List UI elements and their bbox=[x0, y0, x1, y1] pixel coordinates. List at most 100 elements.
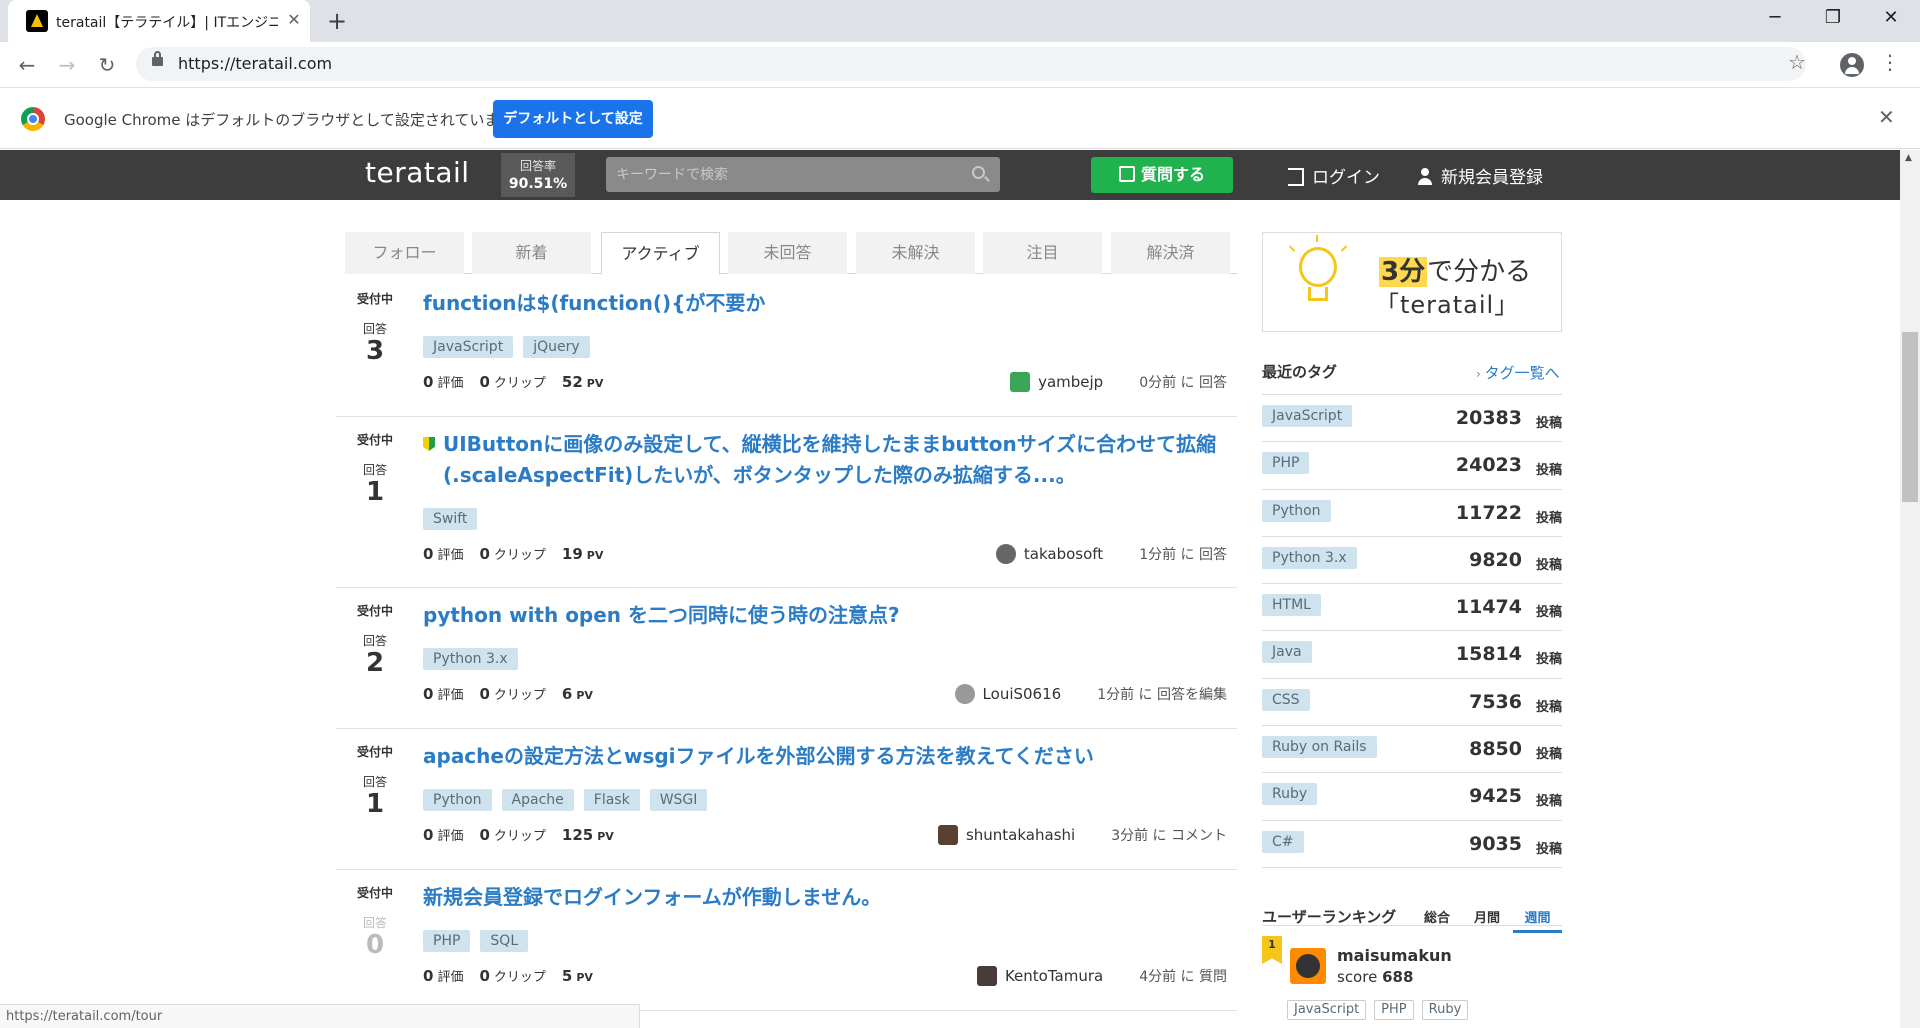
back-arrow-icon[interactable]: ← bbox=[12, 50, 42, 80]
question-title[interactable]: apacheの設定方法とwsgiファイルを外部公開する方法を教えてください bbox=[423, 741, 1223, 772]
tab-title: teratail【テラテイル】| ITエンジニア特 bbox=[56, 15, 278, 31]
question-tabs: フォロー 新着 アクティブ 未回答 未解決 注目 解決済 bbox=[345, 232, 1237, 275]
tag[interactable]: JavaScript bbox=[1262, 405, 1353, 427]
teratail-logo[interactable]: teratail bbox=[365, 156, 470, 189]
rating-count: 0 bbox=[423, 685, 434, 703]
pv-count: 6 bbox=[561, 685, 573, 703]
author-name[interactable]: takabosoft bbox=[1024, 545, 1103, 563]
tag-unit: 投稿 bbox=[1535, 747, 1562, 763]
tag-row: PHP 24023 投稿 bbox=[1262, 442, 1562, 490]
activity-time: 0分前 に 回答 bbox=[1139, 375, 1227, 391]
restore-icon[interactable]: ❐ bbox=[1804, 0, 1862, 36]
minimize-icon[interactable]: ─ bbox=[1746, 0, 1804, 36]
avatar[interactable] bbox=[976, 966, 997, 986]
tab-close-icon[interactable]: ✕ bbox=[284, 10, 304, 30]
search-icon[interactable] bbox=[972, 166, 985, 179]
tab-unanswered[interactable]: 未回答 bbox=[728, 232, 847, 274]
window-close-icon[interactable]: ✕ bbox=[1862, 0, 1920, 36]
question-title[interactable]: functionは$(function(){が不要か bbox=[423, 288, 1223, 319]
question-title[interactable]: python with open を二つ同時に使う時の注意点? bbox=[423, 600, 1223, 631]
tag[interactable]: Swift bbox=[423, 508, 478, 530]
tag[interactable]: Python bbox=[1262, 499, 1331, 522]
tag[interactable]: CSS bbox=[1262, 688, 1310, 711]
tag[interactable]: Python 3.x bbox=[423, 648, 518, 670]
tag[interactable]: C# bbox=[1262, 830, 1304, 853]
author-name[interactable]: LouiS0616 bbox=[983, 685, 1062, 703]
question-author: yambejp 0分前 に 回答 bbox=[1010, 372, 1227, 392]
rating-label: 評価 bbox=[437, 970, 464, 985]
ranking-tab-overall[interactable]: 総合 bbox=[1424, 907, 1450, 926]
tag-row: JavaScript 20383 投稿 bbox=[1262, 395, 1562, 443]
ranking-user-name[interactable]: maisumakun bbox=[1337, 946, 1452, 965]
author-name[interactable]: shuntakahashi bbox=[966, 826, 1075, 844]
tag-unit: 投稿 bbox=[1535, 841, 1562, 857]
tag[interactable]: JavaScript bbox=[423, 336, 514, 358]
pv-count: 52 bbox=[561, 373, 583, 391]
scroll-up-icon[interactable]: ▲ bbox=[1905, 153, 1912, 163]
ask-question-button[interactable]: 質問する bbox=[1091, 157, 1233, 193]
avatar[interactable] bbox=[954, 684, 975, 704]
tab-active[interactable]: アクティブ bbox=[601, 232, 720, 275]
question-title[interactable]: UIButtonに画像のみ設定して、縦横比を維持したままbuttonサイズに合わ… bbox=[443, 429, 1223, 491]
browser-tab[interactable]: teratail【テラテイル】| ITエンジニア特 ✕ bbox=[8, 0, 310, 42]
ranking-tab-weekly[interactable]: 週間 bbox=[1513, 907, 1562, 933]
tag-row: Ruby on Rails 8850 投稿 bbox=[1262, 726, 1562, 774]
tag[interactable]: jQuery bbox=[523, 336, 590, 358]
search-input[interactable] bbox=[606, 157, 966, 192]
tag[interactable]: JavaScript bbox=[1287, 1000, 1367, 1020]
author-name[interactable]: KentoTamura bbox=[1005, 967, 1103, 985]
tab-featured[interactable]: 注目 bbox=[983, 232, 1102, 274]
bookmark-star-icon[interactable]: ☆ bbox=[1788, 50, 1806, 74]
scrollbar-thumb[interactable] bbox=[1902, 332, 1918, 502]
tag[interactable]: Ruby bbox=[1421, 1000, 1469, 1020]
reload-icon[interactable]: ↻ bbox=[92, 50, 122, 80]
profile-icon[interactable] bbox=[1840, 53, 1864, 77]
forward-arrow-icon[interactable]: → bbox=[52, 50, 82, 80]
question-item: 受付中 回答 1 UIButtonに画像のみ設定して、縦横比を維持したままbut… bbox=[336, 417, 1237, 588]
search-box bbox=[606, 157, 1000, 192]
question-status: 受付中 bbox=[356, 604, 393, 618]
tour-banner[interactable]: 3分で分かる 「teratail」 bbox=[1262, 232, 1562, 332]
tag[interactable]: HTML bbox=[1262, 594, 1321, 617]
tag-count: 11722 bbox=[1455, 501, 1522, 524]
avatar[interactable] bbox=[937, 825, 958, 845]
infobar-close-icon[interactable]: ✕ bbox=[1878, 105, 1895, 129]
tag[interactable]: Ruby bbox=[1262, 783, 1318, 806]
browser-menu-icon[interactable]: ⋮ bbox=[1880, 50, 1900, 74]
answer-rate-badge: 回答率 90.51% bbox=[501, 153, 575, 197]
tab-follow[interactable]: フォロー bbox=[345, 232, 464, 274]
tab-resolved[interactable]: 解決済 bbox=[1111, 232, 1230, 274]
tag[interactable]: Python 3.x bbox=[1262, 546, 1357, 569]
question-stats: 0 評価 0 クリップ 6 PV bbox=[423, 684, 609, 703]
tab-new[interactable]: 新着 bbox=[472, 232, 591, 274]
avatar[interactable] bbox=[1290, 948, 1326, 984]
tag[interactable]: SQL bbox=[480, 930, 529, 952]
site-header: teratail 回答率 90.51% 質問する ログイン 新規会員登録 bbox=[0, 150, 1900, 200]
question-title[interactable]: 新規会員登録でログインフォームが作動しません。 bbox=[423, 882, 1223, 913]
new-tab-icon[interactable]: + bbox=[324, 8, 350, 34]
tag[interactable]: Python bbox=[423, 789, 492, 811]
tag[interactable]: PHP bbox=[1262, 452, 1310, 475]
tag[interactable]: Apache bbox=[501, 789, 574, 811]
tag[interactable]: Ruby on Rails bbox=[1262, 736, 1377, 759]
tag[interactable]: PHP bbox=[423, 930, 471, 952]
address-bar[interactable]: https://teratail.com bbox=[136, 47, 1806, 81]
tag[interactable]: Java bbox=[1262, 641, 1312, 664]
tag-list-link[interactable]: › タグ一覧へ bbox=[1476, 362, 1560, 383]
tag[interactable]: Flask bbox=[583, 789, 640, 811]
clip-count: 0 bbox=[479, 967, 490, 985]
set-default-button[interactable]: デフォルトとして設定 bbox=[493, 100, 653, 138]
user-ranking-title: ユーザーランキング bbox=[1262, 908, 1397, 926]
login-link[interactable]: ログイン bbox=[1288, 163, 1380, 188]
pv-label: PV bbox=[597, 830, 614, 843]
page-scrollbar[interactable] bbox=[1900, 150, 1920, 1028]
signup-link[interactable]: 新規会員登録 bbox=[1415, 163, 1543, 188]
tab-unresolved[interactable]: 未解決 bbox=[856, 232, 975, 274]
avatar[interactable] bbox=[995, 544, 1016, 564]
author-name[interactable]: yambejp bbox=[1038, 373, 1103, 391]
tag[interactable]: WSGI bbox=[649, 789, 708, 811]
tag[interactable]: PHP bbox=[1374, 1000, 1414, 1020]
avatar[interactable] bbox=[1010, 372, 1031, 392]
ranking-tab-monthly[interactable]: 月間 bbox=[1474, 907, 1500, 926]
answer-count: 0 bbox=[365, 930, 385, 960]
